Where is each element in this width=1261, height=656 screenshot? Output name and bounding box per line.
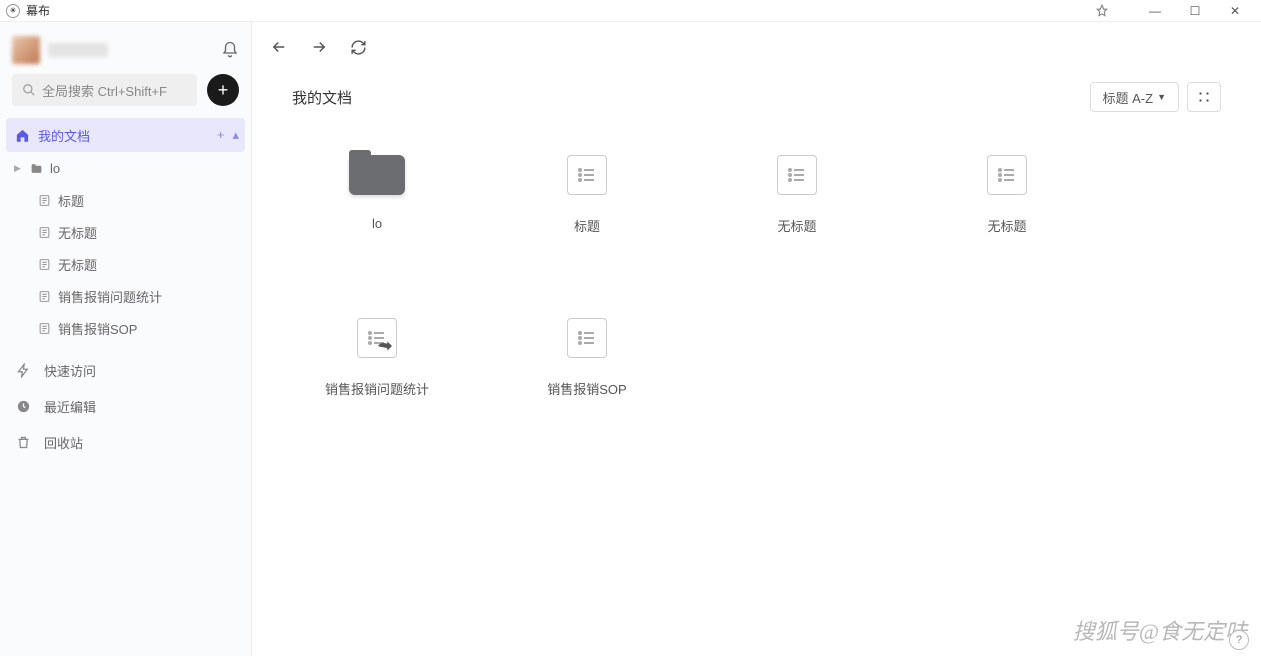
folder-icon: [26, 162, 46, 175]
tree-doc[interactable]: 无标题: [0, 216, 251, 248]
main: 我的文档 标题 A-Z ▼ lo标题无标题无标题销售报销问题统计销售报销SOP …: [252, 22, 1261, 656]
collapse-icon[interactable]: ▴: [232, 127, 239, 143]
sort-label: 标题 A-Z: [1103, 88, 1154, 107]
tree-item-label: 销售报销SOP: [58, 319, 137, 338]
card-label: 销售报销SOP: [547, 379, 626, 398]
search-placeholder: 全局搜索 Ctrl+Shift+F: [42, 81, 167, 100]
clock-icon: [16, 399, 36, 414]
tree-doc[interactable]: 标题: [0, 184, 251, 216]
sort-button[interactable]: 标题 A-Z ▼: [1090, 82, 1179, 112]
tree-item-label: 销售报销问题统计: [58, 287, 162, 306]
doc-icon: [987, 155, 1027, 195]
tree-doc[interactable]: 销售报销SOP: [0, 312, 251, 344]
app-name: 幕布: [26, 2, 50, 19]
trash-icon: [16, 435, 36, 450]
tree-item-label: 无标题: [58, 223, 97, 242]
sidebar-item-trash[interactable]: 回收站: [0, 424, 251, 460]
toolbar: [252, 22, 1261, 72]
chevron-right-icon[interactable]: ▶: [14, 163, 26, 174]
card-label: 无标题: [777, 216, 816, 235]
maximize-button[interactable]: ☐: [1175, 4, 1215, 18]
forward-button[interactable]: [310, 38, 328, 56]
doc-icon: [34, 226, 54, 239]
card-label: lo: [372, 216, 382, 231]
sidebar-item-my-docs[interactable]: 我的文档 + ▴: [6, 118, 245, 152]
back-button[interactable]: [270, 38, 288, 56]
doc-icon: [777, 155, 817, 195]
doc-icon: [567, 155, 607, 195]
tree-item-label: 标题: [58, 191, 84, 210]
doc-card[interactable]: 无标题: [952, 152, 1062, 235]
minimize-button[interactable]: ―: [1135, 4, 1175, 18]
doc-icon: [34, 322, 54, 335]
titlebar: ✳ 幕布 ― ☐ ✕: [0, 0, 1261, 22]
watermark: 搜狐号@食无定味: [1073, 614, 1247, 646]
sidebar: 全局搜索 Ctrl+Shift+F + 我的文档 + ▴ ▶lo标题无标题无标题…: [0, 22, 252, 656]
pin-icon[interactable]: [1095, 4, 1135, 18]
folder-icon: [349, 155, 405, 195]
card-label: 无标题: [987, 216, 1026, 235]
tree-doc[interactable]: 无标题: [0, 248, 251, 280]
doc-card[interactable]: 销售报销SOP: [532, 315, 642, 398]
sidebar-item-label: 我的文档: [38, 126, 90, 145]
close-button[interactable]: ✕: [1215, 4, 1255, 18]
tree-doc[interactable]: 销售报销问题统计: [0, 280, 251, 312]
user-row[interactable]: [0, 22, 251, 74]
add-button[interactable]: +: [207, 74, 239, 106]
grid-icon: [1197, 90, 1211, 104]
tree-item-label: lo: [50, 161, 60, 176]
folder-card[interactable]: lo: [322, 152, 432, 235]
doc-icon: [34, 258, 54, 271]
lightning-icon: [16, 363, 36, 378]
card-label: 销售报销问题统计: [325, 379, 429, 398]
bell-icon[interactable]: [221, 41, 239, 59]
doc-icon: [34, 194, 54, 207]
refresh-button[interactable]: [350, 39, 367, 56]
app-icon: ✳: [6, 4, 20, 18]
chevron-down-icon: ▼: [1157, 92, 1166, 102]
card-label: 标题: [574, 216, 600, 235]
view-toggle-button[interactable]: [1187, 82, 1221, 112]
doc-icon: [567, 318, 607, 358]
add-doc-icon[interactable]: +: [217, 127, 225, 143]
username-blur: [48, 43, 108, 57]
shared-doc-icon: [357, 318, 397, 358]
search-input[interactable]: 全局搜索 Ctrl+Shift+F: [12, 74, 197, 106]
home-icon: [12, 128, 32, 143]
doc-card[interactable]: 销售报销问题统计: [322, 315, 432, 398]
avatar: [12, 36, 40, 64]
sidebar-item-quick-access[interactable]: 快速访问: [0, 352, 251, 388]
tree-folder[interactable]: ▶ lo: [0, 152, 251, 184]
doc-card[interactable]: 标题: [532, 152, 642, 235]
doc-card[interactable]: 无标题: [742, 152, 852, 235]
tree-item-label: 无标题: [58, 255, 97, 274]
sidebar-item-label: 回收站: [44, 433, 83, 452]
page-title: 我的文档: [292, 87, 352, 108]
sidebar-item-label: 快速访问: [44, 361, 96, 380]
doc-icon: [34, 290, 54, 303]
sidebar-item-recent-edit[interactable]: 最近编辑: [0, 388, 251, 424]
search-icon: [22, 83, 36, 97]
sidebar-item-label: 最近编辑: [44, 397, 96, 416]
help-button[interactable]: ?: [1229, 630, 1249, 650]
